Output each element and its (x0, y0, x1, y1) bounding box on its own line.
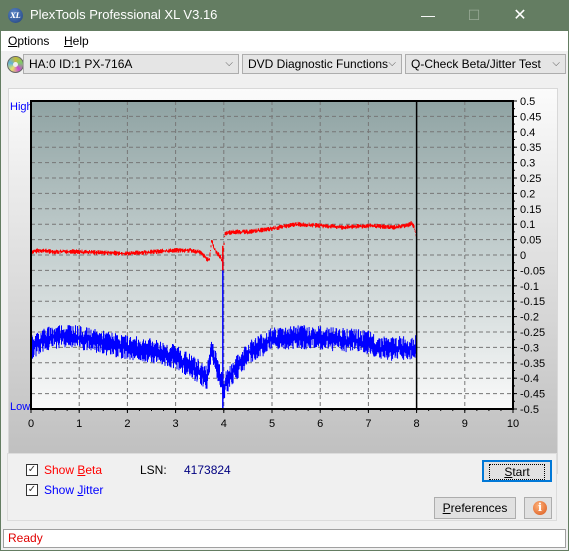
app-logo-icon: XL (8, 8, 23, 23)
beta-jitter-chart: High Low 0.50.450.40.350.30.250.20.150.1… (10, 96, 545, 430)
test-select[interactable]: Q-Check Beta/Jitter Test ⌵ (405, 54, 566, 74)
chart-panel: High Low 0.5 0.45 0.4 0.35 0.3 0.25 0.2 0.15 0.1… (8, 88, 558, 474)
show-jitter-text: Show (44, 483, 78, 497)
y-tick-label: -0.2 (520, 312, 539, 324)
y-tick-label: -0.3 (520, 342, 539, 354)
minimize-button[interactable]: — (405, 0, 451, 31)
function-select[interactable]: DVD Diagnostic Functions ⌵ (242, 54, 402, 74)
y-tick-label: 0.15 (520, 204, 541, 216)
x-tick-label: 2 (124, 418, 130, 430)
y-tick-label: -0.45 (520, 389, 545, 401)
high-label: High (10, 101, 33, 113)
window-title: PlexTools Professional XL V3.16 (30, 7, 218, 22)
y-tick-label: -0.1 (520, 281, 539, 293)
x-tick-label: 6 (317, 418, 323, 430)
y-tick-label: 0.45 (520, 111, 541, 123)
preferences-accel: P (442, 501, 451, 515)
x-tick-label: 1 (76, 418, 82, 430)
x-tick-label: 3 (173, 418, 179, 430)
show-jitter-text-rest: itter (83, 483, 104, 497)
show-beta-text-rest: eta (85, 463, 103, 477)
close-button[interactable]: ✕ (497, 0, 543, 31)
menu-help[interactable]: Help (64, 34, 89, 48)
info-button[interactable]: i (524, 497, 552, 519)
show-jitter-label[interactable]: Show Jitter (44, 483, 103, 497)
y-tick-label: -0.05 (520, 265, 545, 277)
maximize-button[interactable]: ☐ (451, 0, 497, 31)
chevron-down-icon: ⌵ (388, 58, 396, 69)
x-tick-label: 10 (507, 418, 519, 430)
y-tick-label: 0.05 (520, 235, 541, 247)
info-icon: i (533, 501, 547, 515)
menu-help-label: elp (72, 34, 89, 48)
y-tick-label: 0.3 (520, 158, 535, 170)
show-beta-label[interactable]: Show Beta (44, 463, 102, 477)
menu-bar: Options Help (1, 31, 568, 51)
x-tick-label: 9 (462, 418, 468, 430)
y-tick-label: -0.35 (520, 358, 545, 370)
y-tick-label: 0.5 (520, 96, 535, 108)
y-tick-label: -0.15 (520, 296, 545, 308)
menu-options-accel: O (8, 34, 18, 48)
show-beta-text: Show (44, 463, 78, 477)
menu-help-accel: H (64, 34, 73, 48)
preferences-button[interactable]: Preferences (434, 497, 516, 519)
low-label: Low (10, 401, 30, 413)
preferences-label: references (450, 501, 508, 515)
y-tick-label: 0.35 (520, 142, 541, 154)
drive-select-value: HA:0 ID:1 PX-716A (29, 57, 133, 71)
y-tick-label: 0.4 (520, 127, 535, 139)
x-tick-label: 5 (269, 418, 275, 430)
x-tick-label: 4 (221, 418, 227, 430)
function-select-value: DVD Diagnostic Functions (248, 57, 389, 71)
title-bar: XL PlexTools Professional XL V3.16 — ☐ ✕ (0, 0, 569, 31)
chevron-down-icon: ⌵ (552, 58, 560, 69)
menu-options[interactable]: Options (8, 34, 49, 48)
y-tick-label: -0.4 (520, 373, 539, 385)
toolbar: HA:0 ID:1 PX-716A ⌵ DVD Diagnostic Funct… (1, 51, 568, 79)
disc-icon (7, 56, 24, 73)
x-tick-label: 8 (414, 418, 420, 430)
start-button[interactable]: Start (482, 460, 552, 482)
drive-select[interactable]: HA:0 ID:1 PX-716A ⌵ (23, 54, 239, 74)
y-tick-label: 0.1 (520, 219, 535, 231)
show-jitter-checkbox[interactable]: ✓ (26, 484, 38, 496)
y-tick-label: -0.5 (520, 404, 539, 416)
lsn-value: 4173824 (184, 463, 231, 477)
lsn-label: LSN: (140, 463, 167, 477)
test-select-value: Q-Check Beta/Jitter Test (411, 57, 541, 71)
start-label: tart (512, 465, 530, 479)
y-tick-label: -0.25 (520, 327, 545, 339)
y-tick-label: 0.25 (520, 173, 541, 185)
chevron-down-icon: ⌵ (225, 58, 233, 69)
y-tick-label: 0 (520, 250, 526, 262)
show-beta-checkbox[interactable]: ✓ (26, 464, 38, 476)
control-panel: ✓ Show Beta ✓ Show Jitter LSN: 4173824 S… (7, 453, 557, 521)
status-bar: Ready (3, 529, 566, 548)
x-tick-label: 0 (28, 418, 34, 430)
x-tick-label: 7 (365, 418, 371, 430)
menu-options-label: ptions (17, 34, 50, 48)
y-tick-label: 0.2 (520, 188, 535, 200)
